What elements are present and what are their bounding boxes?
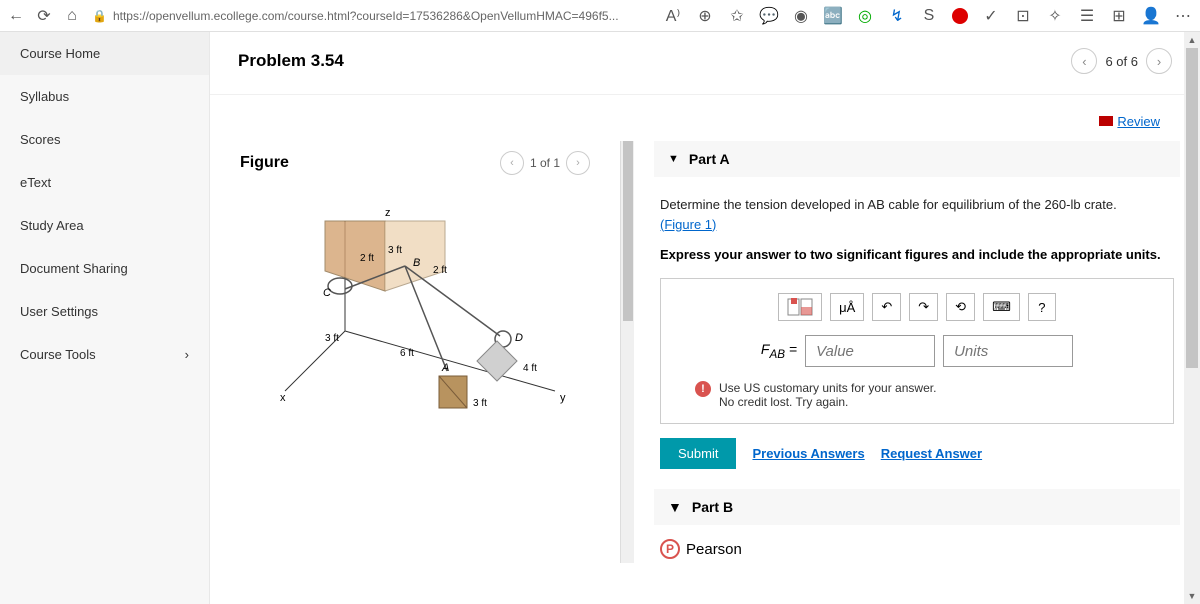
reset-button[interactable]: ⟲ bbox=[946, 293, 975, 321]
variable-label: FAB = bbox=[761, 341, 797, 361]
svg-text:z: z bbox=[385, 207, 391, 219]
units-input[interactable] bbox=[943, 335, 1073, 367]
scroll-down-icon[interactable]: ▼ bbox=[1184, 588, 1200, 604]
ext6-icon[interactable]: ⊞ bbox=[1110, 7, 1128, 25]
back-icon[interactable]: ← bbox=[8, 8, 24, 24]
help-button[interactable]: ? bbox=[1028, 293, 1056, 321]
part-a-header[interactable]: ▼ Part A bbox=[654, 141, 1180, 177]
prev-problem-button[interactable]: ‹ bbox=[1071, 48, 1097, 74]
warning-icon: ! bbox=[695, 381, 711, 397]
templates-button[interactable] bbox=[778, 293, 822, 321]
scroll-up-icon[interactable]: ▲ bbox=[1184, 32, 1200, 48]
zoom-icon[interactable]: ⊕ bbox=[696, 7, 714, 25]
sidebar-item-user-settings[interactable]: User Settings bbox=[0, 290, 209, 333]
feedback-message: ! Use US customary units for your answer… bbox=[675, 381, 1159, 409]
figure-link[interactable]: (Figure 1) bbox=[660, 217, 716, 232]
svg-text:D: D bbox=[515, 332, 523, 344]
translate-icon[interactable]: 🔤 bbox=[824, 7, 842, 25]
sidebar-item-course-home[interactable]: Course Home bbox=[0, 32, 209, 75]
chat-icon[interactable]: 💬 bbox=[760, 7, 778, 25]
sidebar-item-course-tools[interactable]: Course Tools› bbox=[0, 333, 209, 376]
ext4-icon[interactable]: ✧ bbox=[1046, 7, 1064, 25]
svg-text:B: B bbox=[413, 257, 420, 269]
sidebar-item-scores[interactable]: Scores bbox=[0, 118, 209, 161]
caret-down-icon: ▼ bbox=[668, 153, 679, 165]
read-aloud-icon[interactable]: A⁾ bbox=[664, 7, 682, 25]
svg-text:6 ft: 6 ft bbox=[400, 348, 414, 359]
s-icon[interactable]: S bbox=[920, 7, 938, 25]
svg-text:A: A bbox=[441, 362, 449, 374]
figure-scrollbar[interactable] bbox=[620, 141, 634, 563]
ext5-icon[interactable]: ☰ bbox=[1078, 7, 1096, 25]
instruction-text: Express your answer to two significant f… bbox=[654, 246, 1180, 278]
figure-next-button[interactable]: › bbox=[566, 151, 590, 175]
value-input[interactable] bbox=[805, 335, 935, 367]
collections-icon[interactable]: ⊡ bbox=[1014, 7, 1032, 25]
problem-title: Problem 3.54 bbox=[238, 51, 344, 71]
review-link[interactable]: Review bbox=[1099, 114, 1160, 129]
answer-box: μÅ ↶ ↷ ⟲ ⌨ ? FAB = ! bbox=[660, 278, 1174, 424]
url-text: https://openvellum.ecollege.com/course.h… bbox=[113, 9, 619, 23]
caret-down-icon: ▼ bbox=[668, 499, 682, 515]
request-answer-link[interactable]: Request Answer bbox=[881, 446, 982, 461]
submit-button[interactable]: Submit bbox=[660, 438, 736, 469]
sidebar: Course Home Syllabus Scores eText Study … bbox=[0, 32, 210, 604]
sidebar-item-etext[interactable]: eText bbox=[0, 161, 209, 204]
refresh-icon[interactable]: ⟳ bbox=[36, 8, 52, 24]
sidebar-item-document-sharing[interactable]: Document Sharing bbox=[0, 247, 209, 290]
svg-text:3 ft: 3 ft bbox=[325, 333, 339, 344]
ext1-icon[interactable]: ◉ bbox=[792, 7, 810, 25]
svg-text:x: x bbox=[280, 392, 286, 404]
units-mu-button[interactable]: μÅ bbox=[830, 293, 864, 321]
url-bar[interactable]: 🔒 https://openvellum.ecollege.com/course… bbox=[92, 9, 619, 23]
problem-pager: ‹ 6 of 6 › bbox=[1071, 48, 1172, 74]
svg-text:2 ft: 2 ft bbox=[360, 253, 374, 264]
part-b-header[interactable]: ▼ Part B bbox=[654, 489, 1180, 525]
question-text: Determine the tension developed in AB ca… bbox=[654, 195, 1180, 246]
svg-text:y: y bbox=[560, 392, 566, 404]
undo-button[interactable]: ↶ bbox=[872, 293, 901, 321]
grammarly-icon[interactable]: ◎ bbox=[856, 7, 874, 25]
more-icon[interactable]: ⋯ bbox=[1174, 7, 1192, 25]
figure-image: z x y 2 ft 3 ft B 2 ft C 3 ft 6 ft A D 4… bbox=[245, 191, 585, 451]
page-scrollbar[interactable]: ▲ ▼ bbox=[1184, 32, 1200, 604]
figure-title: Figure bbox=[240, 154, 289, 172]
svg-text:C: C bbox=[323, 287, 331, 299]
svg-text:4 ft: 4 ft bbox=[523, 363, 537, 374]
svg-text:3 ft: 3 ft bbox=[473, 398, 487, 409]
redo-button[interactable]: ↷ bbox=[909, 293, 938, 321]
figure-pager: 1 of 1 bbox=[530, 156, 560, 170]
profile-icon[interactable]: 👤 bbox=[1142, 7, 1160, 25]
svg-text:2 ft: 2 ft bbox=[433, 265, 447, 276]
svg-text:3 ft: 3 ft bbox=[388, 245, 402, 256]
shield-icon[interactable]: ✓ bbox=[982, 7, 1000, 25]
previous-answers-link[interactable]: Previous Answers bbox=[752, 446, 864, 461]
lock-icon: 🔒 bbox=[92, 9, 107, 23]
home-icon[interactable]: ⌂ bbox=[64, 8, 80, 24]
next-problem-button[interactable]: › bbox=[1146, 48, 1172, 74]
figure-prev-button[interactable]: ‹ bbox=[500, 151, 524, 175]
ext3-icon[interactable] bbox=[952, 8, 968, 24]
chevron-right-icon: › bbox=[185, 347, 189, 362]
keyboard-button[interactable]: ⌨ bbox=[983, 293, 1020, 321]
sidebar-item-syllabus[interactable]: Syllabus bbox=[0, 75, 209, 118]
sidebar-item-study-area[interactable]: Study Area bbox=[0, 204, 209, 247]
ext2-icon[interactable]: ↯ bbox=[888, 7, 906, 25]
pearson-logo: P Pearson bbox=[654, 535, 1180, 563]
favorite-icon[interactable]: ✩ bbox=[728, 7, 746, 25]
